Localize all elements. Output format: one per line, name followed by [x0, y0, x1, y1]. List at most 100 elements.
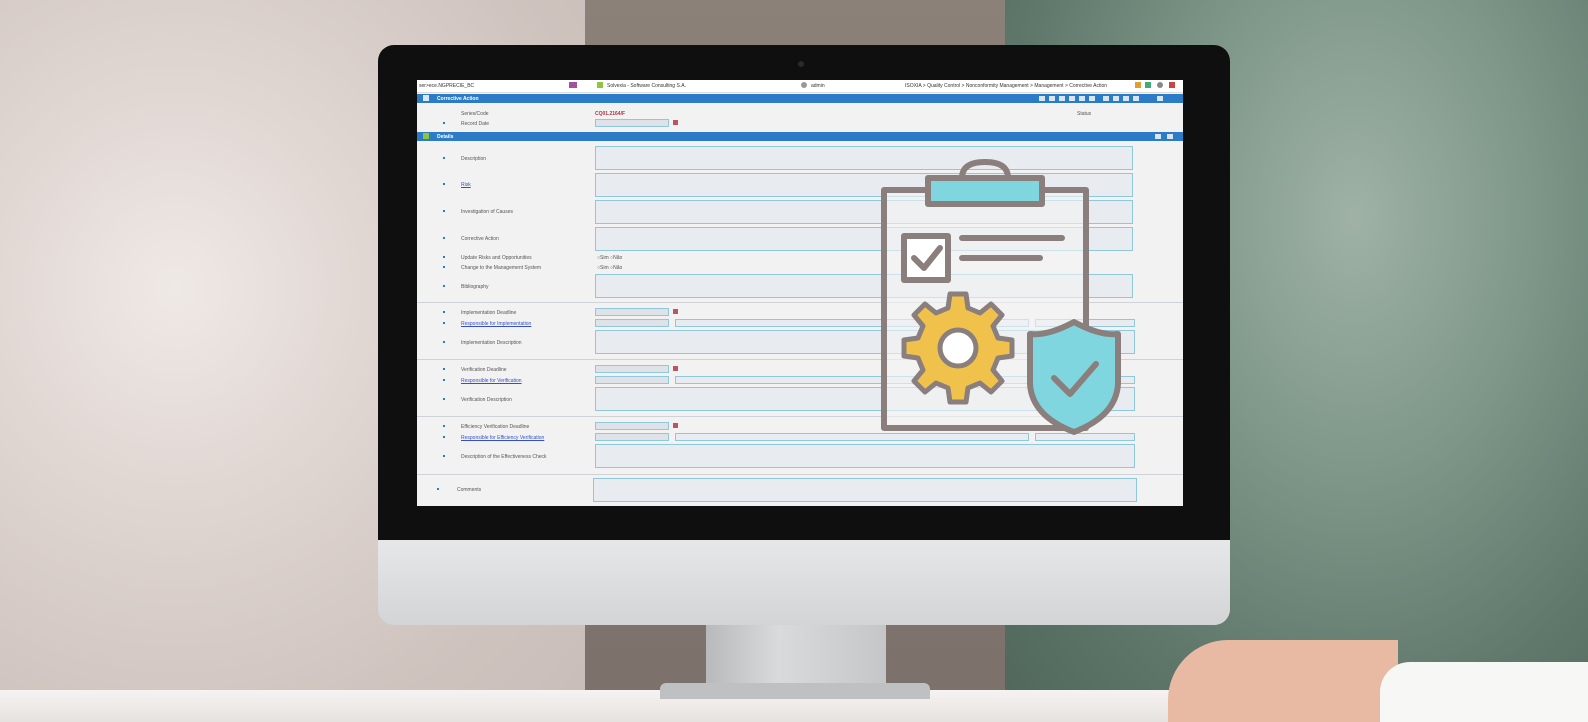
- required-marker: [443, 341, 445, 343]
- risk-link[interactable]: Risk: [461, 182, 471, 188]
- home-icon[interactable]: [1039, 96, 1045, 101]
- impl-deadline-input[interactable]: [595, 308, 669, 316]
- eff-deadline-input[interactable]: [595, 422, 669, 430]
- required-marker: [443, 157, 445, 159]
- gear-icon[interactable]: [1157, 82, 1163, 88]
- record-date-label: Record Date: [461, 121, 490, 127]
- required-marker: [443, 122, 445, 124]
- calendar-icon[interactable]: [673, 120, 678, 125]
- collapse-section-icon[interactable]: [1167, 134, 1173, 139]
- email-icon[interactable]: [1089, 96, 1095, 101]
- section-header-corrective-action[interactable]: Corrective Action: [417, 94, 1183, 103]
- attach-icon[interactable]: [1079, 96, 1085, 101]
- sleeve: [1380, 662, 1588, 722]
- previous-page-icon[interactable]: [1113, 96, 1119, 101]
- shield-check-icon: [1027, 319, 1121, 435]
- required-marker: [443, 368, 445, 370]
- breadcrumb[interactable]: ISOXIA > Quality Control > Nonconformity…: [905, 83, 1107, 89]
- impl-responsible-code-input[interactable]: [595, 319, 669, 327]
- series-code-label: Series/Code: [461, 111, 489, 117]
- record-date-input[interactable]: [595, 119, 669, 127]
- required-marker: [443, 398, 445, 400]
- camera-icon: [798, 61, 804, 67]
- eff-deadline-label: Efficiency Verification Deadline: [461, 424, 530, 430]
- update-risks-label: Update Risks and Opportunities: [461, 255, 532, 261]
- close-icon[interactable]: [1157, 96, 1163, 101]
- section-header-details[interactable]: Details: [417, 132, 1183, 141]
- last-page-icon[interactable]: [1133, 96, 1139, 101]
- verif-description-label: Verification Description: [461, 397, 512, 403]
- eff-responsible-code-input[interactable]: [595, 433, 669, 441]
- required-marker: [443, 322, 445, 324]
- required-marker: [443, 311, 445, 313]
- eff-responsible-link[interactable]: Responsible for Efficiency Verification: [461, 435, 544, 441]
- flag-icon[interactable]: [569, 82, 577, 88]
- calendar-icon[interactable]: [673, 309, 678, 314]
- update-risks-radio-group[interactable]: ○Sim ○Não: [597, 255, 622, 261]
- required-marker: [443, 210, 445, 212]
- yes-option[interactable]: Sim: [600, 265, 609, 271]
- eff-description-textarea[interactable]: [595, 444, 1135, 468]
- collapse-icon[interactable]: [423, 133, 429, 139]
- refresh-icon[interactable]: [1069, 96, 1075, 101]
- required-marker: [437, 488, 439, 490]
- required-marker: [443, 285, 445, 287]
- impl-deadline-label: Implementation Deadline: [461, 310, 517, 316]
- edit-icon[interactable]: [1155, 134, 1161, 139]
- bibliography-label: Bibliography: [461, 284, 489, 290]
- impl-responsible-link[interactable]: Responsible for Implementation: [461, 321, 531, 327]
- verif-deadline-input[interactable]: [595, 365, 669, 373]
- section-title: Details: [437, 134, 454, 140]
- clipboard-gear-shield-icon: [881, 159, 1121, 435]
- checkbox-icon: [901, 233, 951, 283]
- company-icon: [597, 82, 603, 88]
- calendar-icon[interactable]: [673, 423, 678, 428]
- company-name[interactable]: Solvexia - Software Consulting S.A.: [607, 83, 686, 89]
- app-topbar: ser>ece.NGPRECIE_BC Solvexia - Software …: [417, 80, 1183, 93]
- required-marker: [443, 455, 445, 457]
- no-option[interactable]: Não: [613, 255, 622, 261]
- series-code-value: CQ01.2164/F: [595, 111, 626, 117]
- logout-icon[interactable]: [1169, 82, 1175, 88]
- calendar-icon[interactable]: [673, 366, 678, 371]
- required-marker: [443, 237, 445, 239]
- no-option[interactable]: Não: [613, 265, 622, 271]
- section-title: Corrective Action: [437, 96, 479, 102]
- required-marker: [443, 436, 445, 438]
- collapse-icon[interactable]: [423, 95, 429, 101]
- hand: [1168, 640, 1398, 722]
- save-icon[interactable]: [1049, 96, 1055, 101]
- bell-icon[interactable]: [1135, 82, 1141, 88]
- corrective-action-label: Corrective Action: [461, 236, 499, 242]
- window-title: ser>ece.NGPRECIE_BC: [419, 83, 475, 89]
- verif-responsible-code-input[interactable]: [595, 376, 669, 384]
- monitor-chin: [378, 540, 1230, 625]
- change-ms-radio-group[interactable]: ○Sim ○Não: [597, 265, 622, 271]
- verif-deadline-label: Verification Deadline: [461, 367, 507, 373]
- required-marker: [443, 183, 445, 185]
- required-marker: [443, 256, 445, 258]
- investigation-label: Investigation of Causes: [461, 209, 513, 215]
- print-icon[interactable]: [1059, 96, 1065, 101]
- divider: [417, 474, 1183, 475]
- required-marker: [443, 379, 445, 381]
- description-label: Description: [461, 156, 487, 162]
- yes-option[interactable]: Sim: [600, 255, 609, 261]
- first-page-icon[interactable]: [1103, 96, 1109, 101]
- status-label: Status: [1077, 111, 1092, 117]
- required-marker: [443, 425, 445, 427]
- clipboard-clip: [925, 175, 1045, 207]
- gear-icon: [901, 291, 1015, 405]
- monitor-stand-base: [660, 683, 930, 699]
- change-ms-label: Change to the Management System: [461, 265, 542, 271]
- help-icon[interactable]: [1145, 82, 1151, 88]
- user-name[interactable]: admin: [811, 83, 825, 89]
- comments-textarea[interactable]: [593, 478, 1137, 502]
- eff-description-label: Description of the Effectiveness Check: [461, 454, 547, 460]
- user-icon: [801, 82, 807, 88]
- comments-label: Comments: [457, 487, 482, 493]
- required-marker: [443, 266, 445, 268]
- next-page-icon[interactable]: [1123, 96, 1129, 101]
- impl-description-label: Implementation Description: [461, 340, 522, 346]
- verif-responsible-link[interactable]: Responsible for Verification: [461, 378, 522, 384]
